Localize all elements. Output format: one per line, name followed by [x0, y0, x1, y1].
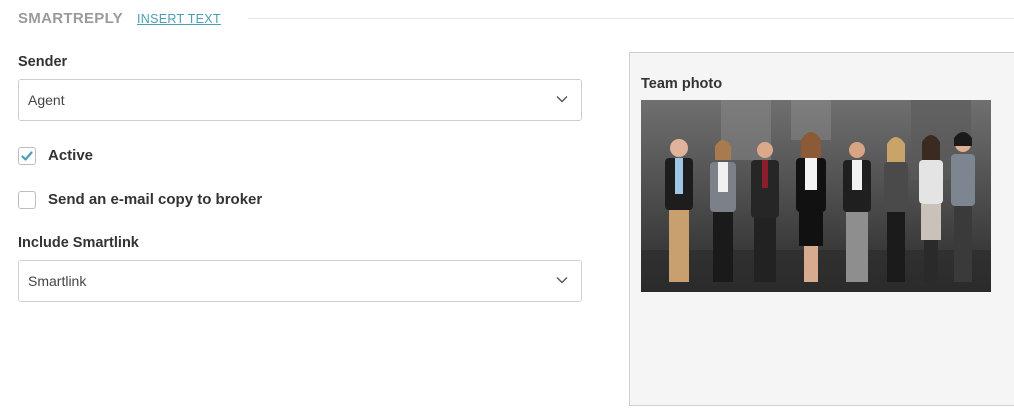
smartlink-select-value: Smartlink [28, 273, 87, 289]
preview-panel: Team photo [629, 52, 1014, 406]
smartlink-label: Include Smartlink [18, 235, 139, 251]
email-copy-label: Send an e-mail copy to broker [48, 191, 263, 208]
sender-label: Sender [18, 54, 68, 70]
team-photo-image [641, 100, 991, 292]
brand-title: SMARTREPLY [18, 10, 123, 27]
smartlink-select[interactable]: Smartlink [18, 260, 582, 302]
header-divider [248, 18, 1014, 19]
chevron-down-icon [556, 277, 568, 284]
header: SMARTREPLY INSERT TEXT [18, 10, 1014, 30]
active-checkbox[interactable] [18, 147, 36, 165]
email-copy-checkbox[interactable] [18, 191, 36, 209]
checkmark-icon [21, 151, 33, 161]
active-label: Active [48, 147, 94, 164]
insert-text-link[interactable]: INSERT TEXT [137, 12, 221, 26]
team-photo [641, 100, 991, 292]
sender-select-value: Agent [28, 92, 65, 108]
chevron-down-icon [556, 96, 568, 103]
sender-select[interactable]: Agent [18, 79, 582, 121]
preview-title: Team photo [641, 76, 723, 92]
